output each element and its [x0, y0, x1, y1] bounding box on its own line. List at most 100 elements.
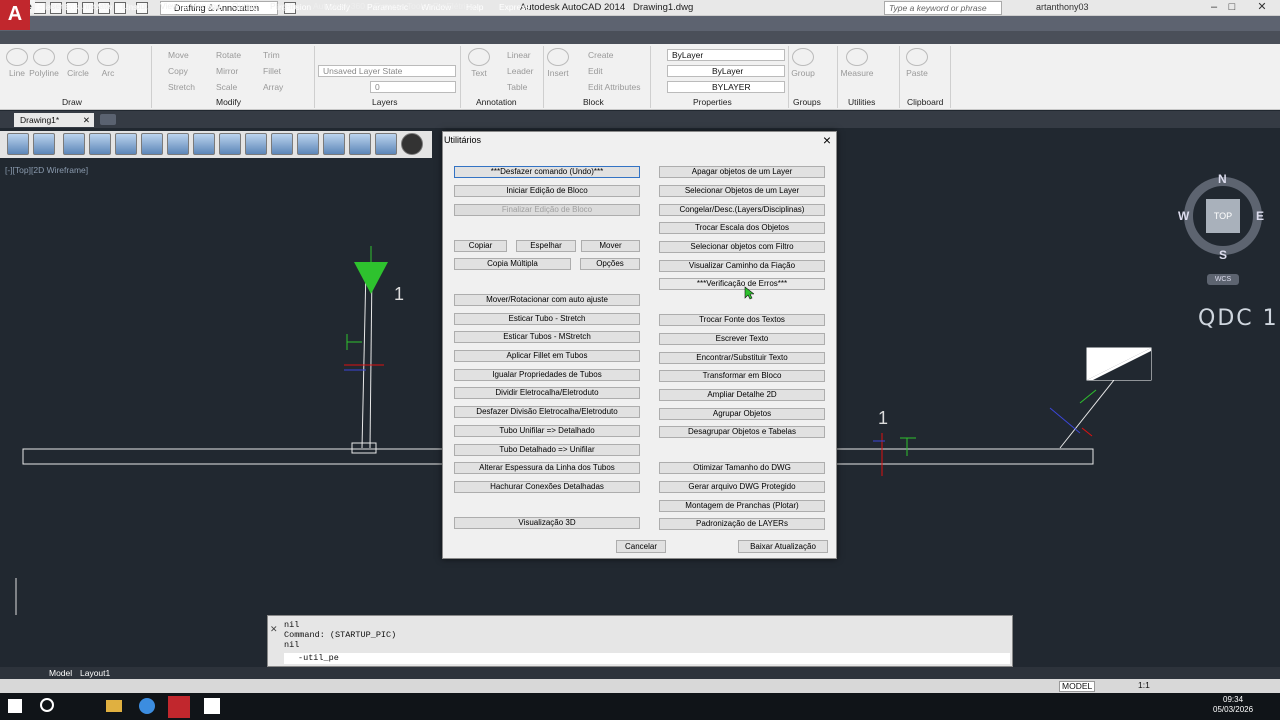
toolbar-tool-icon[interactable]: [297, 133, 319, 155]
download-update-button[interactable]: Baixar Atualização: [738, 540, 828, 553]
new-tab-icon[interactable]: [100, 114, 116, 125]
toolbar-tool-icon[interactable]: [7, 133, 29, 155]
group-objects-button[interactable]: Agrupar Objetos: [659, 408, 825, 420]
tab-insert[interactable]: Insert: [41, 1, 68, 12]
search-icon[interactable]: [40, 698, 54, 712]
edit-attributes-button[interactable]: Edit Attributes: [588, 82, 640, 92]
color-dropdown[interactable]: ByLayer: [667, 49, 785, 61]
change-text-font-button[interactable]: Trocar Fonte dos Textos: [659, 314, 825, 326]
toolbar-tool-icon[interactable]: [375, 133, 397, 155]
tab-proeletrica[interactable]: ProElétrica: [430, 1, 478, 12]
single-line-to-detailed-button[interactable]: Tubo Unifilar => Detalhado: [454, 425, 640, 437]
insert-block-button[interactable]: Insert: [541, 48, 575, 78]
system-clock[interactable]: 09:34 05/03/2026: [1213, 695, 1253, 715]
multiple-copy-button[interactable]: Copia Múltipla: [454, 258, 571, 270]
find-replace-text-button[interactable]: Encontrar/Substituir Texto: [659, 352, 825, 364]
dialog-close-icon[interactable]: ×: [820, 132, 834, 148]
block-panel-title[interactable]: Block: [583, 97, 604, 108]
mirror-button[interactable]: Espelhar: [516, 240, 576, 252]
toolbar-tool-icon[interactable]: [245, 133, 267, 155]
toolbar-tool-icon[interactable]: [115, 133, 137, 155]
close-tab-icon[interactable]: ✕: [83, 113, 90, 127]
change-object-scale-button[interactable]: Trocar Escala dos Objetos: [659, 222, 825, 234]
compass-north[interactable]: N: [1218, 172, 1227, 186]
tab-output[interactable]: Output: [229, 1, 261, 12]
toolbar-tool-icon[interactable]: [323, 133, 345, 155]
tab-model[interactable]: Model: [49, 668, 72, 678]
sheet-assembly-plot-button[interactable]: Montagem de Pranchas (Plotar): [659, 500, 825, 512]
tab-plug-ins[interactable]: Plug-ins: [267, 1, 304, 12]
options-button[interactable]: Opções: [580, 258, 640, 270]
create-block-button[interactable]: Create: [588, 50, 614, 60]
write-text-button[interactable]: Escrever Texto: [659, 333, 825, 345]
enlarge-2d-detail-button[interactable]: Ampliar Detalhe 2D: [659, 389, 825, 401]
groups-panel-title[interactable]: Groups: [793, 97, 821, 108]
search-input[interactable]: Type a keyword or phrase: [884, 1, 1002, 15]
cancel-button[interactable]: Cancelar: [616, 540, 666, 553]
toolbar-tool-icon[interactable]: [89, 133, 111, 155]
lineweight-dropdown[interactable]: BYLAYER: [667, 81, 785, 93]
properties-panel-title[interactable]: Properties: [693, 97, 732, 108]
command-input[interactable]: -util_pe: [284, 653, 1010, 664]
undo-divide-conduit-button[interactable]: Desfazer Divisão Eletrocalha/Eletroduto: [454, 406, 640, 418]
autocad-logo-icon[interactable]: A: [0, 0, 30, 30]
paste-button[interactable]: Paste: [900, 48, 934, 78]
layers-panel-title[interactable]: Layers: [372, 97, 398, 108]
annotation-scale[interactable]: 1:1: [1138, 681, 1150, 690]
viewcube-top[interactable]: TOP: [1206, 199, 1240, 233]
start-block-edit-button[interactable]: Iniciar Edição de Bloco: [454, 185, 640, 197]
start-icon[interactable]: [8, 699, 22, 713]
undo-command-button[interactable]: ***Desfazer comando (Undo)***: [454, 166, 640, 178]
ungroup-objects-button[interactable]: Desagrupar Objetos e Tabelas: [659, 426, 825, 438]
select-layer-objects-button[interactable]: Selecionar Objetos de um Layer: [659, 185, 825, 197]
annotation-panel-title[interactable]: Annotation: [476, 97, 517, 108]
chrome-icon[interactable]: [139, 698, 155, 714]
measure-button[interactable]: Measure: [840, 48, 874, 78]
toolbar-tool-icon[interactable]: [349, 133, 371, 155]
freeze-layers-button[interactable]: Congelar/Desc.(Layers/Disciplinas): [659, 204, 825, 216]
polyline-button[interactable]: Polyline: [27, 48, 61, 78]
move-button[interactable]: Mover: [581, 240, 640, 252]
user-name[interactable]: artanthony03: [1036, 2, 1089, 12]
help-icon[interactable]: [401, 133, 423, 155]
draw-panel-title[interactable]: Draw: [62, 97, 82, 108]
hatch-connections-button[interactable]: Hachurar Conexões Detalhadas: [454, 481, 640, 493]
clipboard-panel-title[interactable]: Clipboard: [907, 97, 943, 108]
stretch-tube-button[interactable]: Esticar Tubo - Stretch: [454, 313, 640, 325]
toolbar-tool-icon[interactable]: [63, 133, 85, 155]
linear-button[interactable]: Linear: [507, 50, 531, 60]
close-window-icon[interactable]: ✕: [1246, 0, 1278, 16]
capture-app-icon[interactable]: [204, 698, 220, 714]
match-tube-properties-button[interactable]: Igualar Propriedades de Tubos: [454, 369, 640, 381]
wcs-menu[interactable]: WCS: [1207, 274, 1239, 285]
viewport-controls[interactable]: [-][Top][2D Wireframe]: [5, 165, 88, 175]
compass-east[interactable]: E: [1256, 209, 1264, 223]
delete-layer-objects-button[interactable]: Apagar objetos de um Layer: [659, 166, 825, 178]
trim-button[interactable]: Trim: [263, 50, 280, 60]
modify-panel-title[interactable]: Modify: [216, 97, 241, 108]
compass-south[interactable]: S: [1219, 248, 1227, 262]
compass-west[interactable]: W: [1178, 209, 1189, 223]
autocad-taskbar-icon[interactable]: [168, 696, 190, 718]
change-tube-line-width-button[interactable]: Alterar Espessura da Linha dos Tubos: [454, 462, 640, 474]
circle-button[interactable]: Circle: [61, 48, 95, 78]
scale-button[interactable]: Scale: [216, 82, 237, 92]
leader-button[interactable]: Leader: [507, 66, 533, 76]
toolbar-tool-icon[interactable]: [167, 133, 189, 155]
tab-view[interactable]: View: [157, 1, 181, 12]
toolbar-tool-icon[interactable]: [271, 133, 293, 155]
toolbar-tool-icon[interactable]: [33, 133, 55, 155]
layer-state-dropdown[interactable]: Unsaved Layer State: [318, 65, 456, 77]
layer-dropdown[interactable]: 0: [370, 81, 456, 93]
toolbar-tool-icon[interactable]: [193, 133, 215, 155]
table-button[interactable]: Table: [507, 82, 527, 92]
copy-button[interactable]: Copy: [168, 66, 188, 76]
mirror-button[interactable]: Mirror: [216, 66, 238, 76]
rotate-button[interactable]: Rotate: [216, 50, 241, 60]
menu-express[interactable]: Express: [499, 1, 530, 14]
toolbar-tool-icon[interactable]: [141, 133, 163, 155]
error-check-button[interactable]: ***Verificação de Erros***: [659, 278, 825, 290]
move-rotate-auto-button[interactable]: Mover/Rotacionar com auto ajuste: [454, 294, 640, 306]
copy-button[interactable]: Copiar: [454, 240, 507, 252]
utilities-panel-title[interactable]: Utilities: [848, 97, 875, 108]
